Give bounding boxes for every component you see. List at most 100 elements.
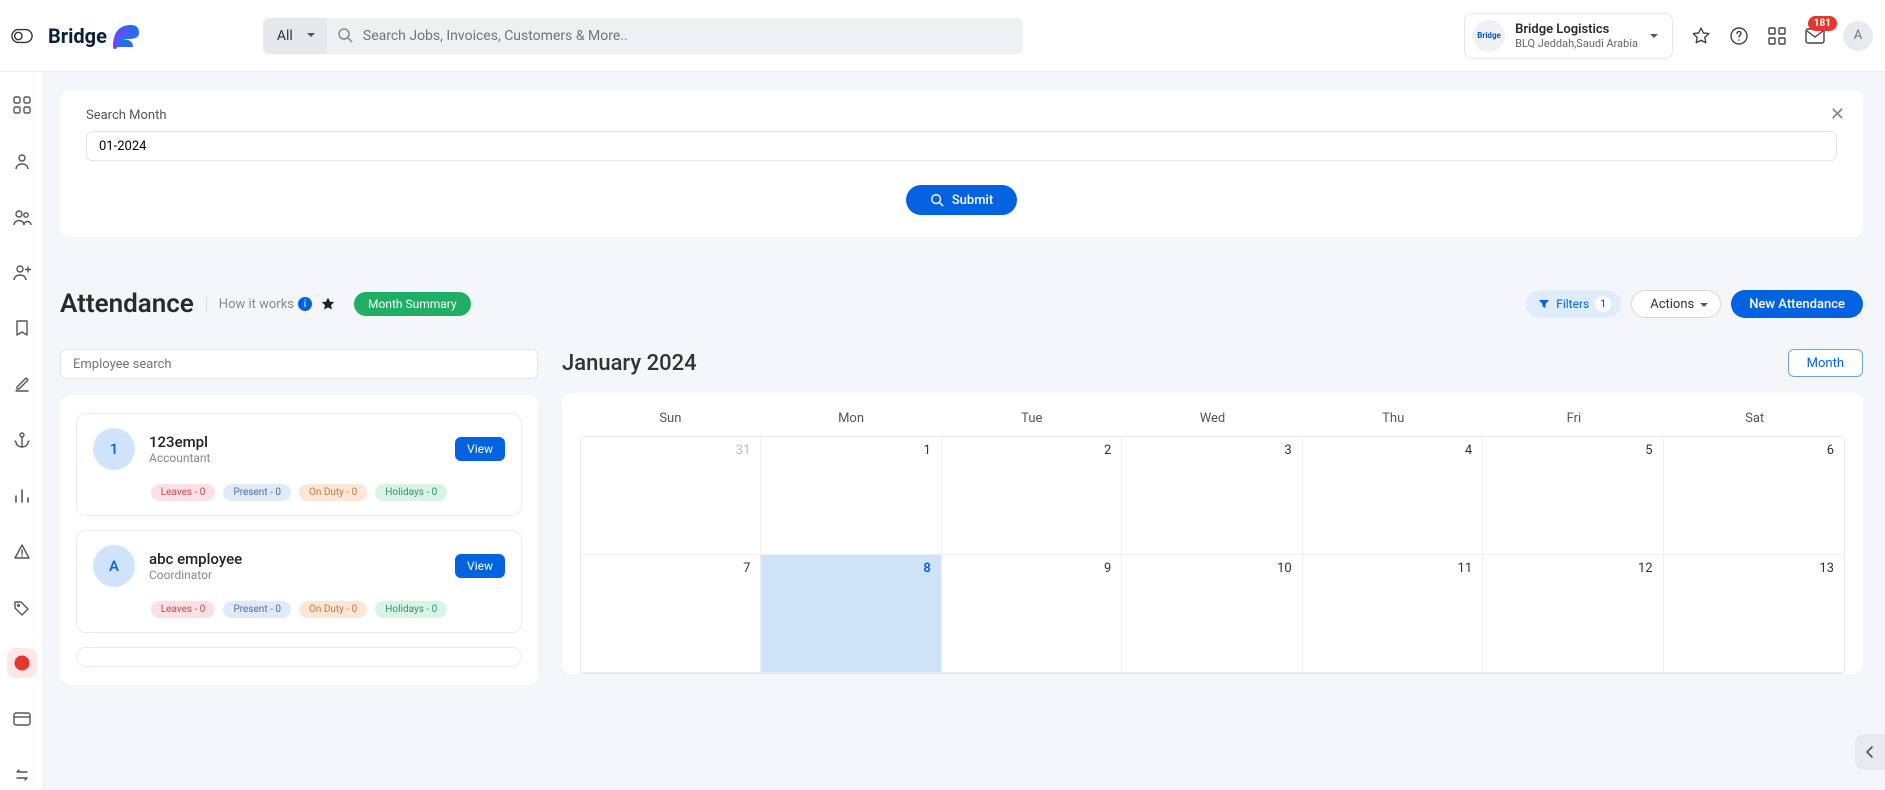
search-icon — [337, 27, 353, 43]
filters-button[interactable]: Filters 1 — [1526, 290, 1621, 318]
topbar: Bridge All Bridge Bridge Logistics BLQ J… — [0, 0, 1885, 72]
calendar-cell[interactable]: 11 — [1303, 555, 1483, 673]
present-tag: Present - 0 — [223, 484, 291, 501]
submit-label: Submit — [952, 193, 993, 208]
employee-role: Coordinator — [149, 568, 242, 582]
global-search: All — [263, 18, 1023, 54]
org-name: Bridge Logistics — [1515, 22, 1638, 37]
calendar-day-header: Mon — [761, 411, 942, 436]
calendar-cell[interactable]: 13 — [1664, 555, 1844, 673]
employee-card: A abc employee Coordinator View Leaves -… — [76, 530, 522, 633]
calendar-cell[interactable]: 7 — [581, 555, 761, 673]
user-avatar[interactable]: A — [1843, 21, 1873, 51]
sidebar-item-user[interactable] — [7, 146, 37, 176]
org-switcher[interactable]: Bridge Bridge Logistics BLQ Jeddah,Saudi… — [1464, 13, 1673, 59]
calendar-date: 5 — [1645, 443, 1652, 458]
present-tag: Present - 0 — [223, 601, 291, 618]
org-logo-icon: Bridge — [1473, 20, 1505, 52]
actions-dropdown[interactable]: Actions — [1631, 290, 1721, 318]
sidebar-item-add-user[interactable] — [7, 258, 37, 288]
logo-mark-icon — [109, 21, 143, 51]
new-attendance-button[interactable]: New Attendance — [1731, 290, 1863, 318]
calendar-cell[interactable]: 2 — [942, 437, 1122, 555]
mail-icon[interactable]: 181 — [1805, 26, 1825, 46]
calendar-date: 7 — [743, 561, 750, 576]
calendar-title: January 2024 — [562, 351, 697, 376]
calendar-day-header: Wed — [1122, 411, 1303, 436]
sidebar-item-sync[interactable] — [7, 760, 37, 790]
apps-grid-icon[interactable] — [1767, 26, 1787, 46]
view-employee-button[interactable]: View — [455, 437, 505, 461]
calendar-date: 1 — [924, 443, 931, 458]
employee-name: abc employee — [149, 550, 242, 568]
mail-badge: 181 — [1808, 16, 1837, 31]
calendar-view-month-button[interactable]: Month — [1788, 349, 1863, 377]
leaves-tag: Leaves - 0 — [151, 484, 216, 501]
close-icon[interactable]: ✕ — [1830, 104, 1845, 125]
calendar-cell[interactable]: 4 — [1303, 437, 1483, 555]
sidebar-item-users[interactable] — [7, 202, 37, 232]
employee-card — [76, 647, 522, 667]
org-location: BLQ Jeddah,Saudi Arabia — [1515, 37, 1638, 50]
sidebar-item-edit[interactable] — [7, 369, 37, 399]
calendar-date: 13 — [1819, 561, 1834, 576]
employee-role: Accountant — [149, 451, 210, 465]
search-month-card: ✕ Search Month Submit — [60, 90, 1863, 237]
search-month-input[interactable] — [86, 131, 1837, 161]
employee-search-input[interactable] — [60, 349, 538, 379]
calendar-day-header: Fri — [1484, 411, 1665, 436]
calendar-cell[interactable]: 8 — [761, 555, 941, 673]
star-icon[interactable] — [1691, 26, 1711, 46]
calendar-date: 10 — [1277, 561, 1292, 576]
calendar-cell[interactable]: 31 — [581, 437, 761, 555]
calendar-cell[interactable]: 6 — [1664, 437, 1844, 555]
calendar-cell[interactable]: 1 — [761, 437, 941, 555]
calendar-date: 8 — [923, 561, 930, 576]
calendar-day-header: Thu — [1303, 411, 1484, 436]
calendar-date: 12 — [1638, 561, 1653, 576]
employee-name: 123empl — [149, 433, 210, 451]
app-logo[interactable]: Bridge — [48, 20, 143, 52]
sidebar-item-anchor[interactable] — [7, 425, 37, 455]
global-search-input[interactable] — [327, 18, 1023, 54]
sidebar-item-card[interactable] — [7, 704, 37, 734]
how-it-works-link[interactable]: How it works i — [206, 297, 312, 312]
calendar-cell[interactable]: 10 — [1122, 555, 1302, 673]
calendar-day-header: Sat — [1664, 411, 1845, 436]
calendar-day-header: Sun — [580, 411, 761, 436]
collapse-panel-button[interactable] — [1855, 734, 1885, 770]
sidebar — [0, 72, 44, 790]
sidebar-item-dashboard[interactable] — [7, 90, 37, 120]
onduty-tag: On Duty - 0 — [299, 484, 367, 501]
calendar-cell[interactable]: 3 — [1122, 437, 1302, 555]
calendar-date: 9 — [1104, 561, 1111, 576]
sidebar-item-analytics[interactable] — [7, 481, 37, 511]
submit-button[interactable]: Submit — [906, 185, 1017, 215]
calendar-date: 31 — [736, 443, 751, 458]
main-content: ✕ Search Month Submit Attendance How it … — [44, 72, 1885, 790]
calendar-date: 2 — [1104, 443, 1111, 458]
section-header: Attendance How it works i Month Summary … — [60, 289, 1863, 319]
calendar-date: 6 — [1827, 443, 1834, 458]
visibility-toggle-icon[interactable] — [8, 22, 36, 50]
search-icon — [930, 193, 944, 207]
calendar-cell[interactable]: 12 — [1483, 555, 1663, 673]
calendar-date: 11 — [1458, 561, 1473, 576]
search-scope-select[interactable]: All — [263, 18, 327, 54]
sidebar-item-alert[interactable] — [7, 537, 37, 567]
filter-count-badge: 1 — [1595, 296, 1611, 312]
star-icon[interactable] — [320, 296, 336, 312]
calendar: SunMonTueWedThuFriSat 311234567891011121… — [562, 393, 1863, 674]
sidebar-item-bookmark[interactable] — [7, 313, 37, 343]
help-icon[interactable] — [1729, 26, 1749, 46]
employee-avatar: A — [93, 545, 135, 587]
sidebar-item-tag[interactable] — [7, 593, 37, 623]
month-summary-button[interactable]: Month Summary — [354, 292, 471, 316]
sidebar-item-attendance[interactable] — [7, 648, 37, 678]
view-employee-button[interactable]: View — [455, 554, 505, 578]
calendar-cell[interactable]: 9 — [942, 555, 1122, 673]
holidays-tag: Holidays - 0 — [375, 484, 447, 501]
page-title: Attendance — [60, 289, 194, 319]
leaves-tag: Leaves - 0 — [151, 601, 216, 618]
calendar-cell[interactable]: 5 — [1483, 437, 1663, 555]
